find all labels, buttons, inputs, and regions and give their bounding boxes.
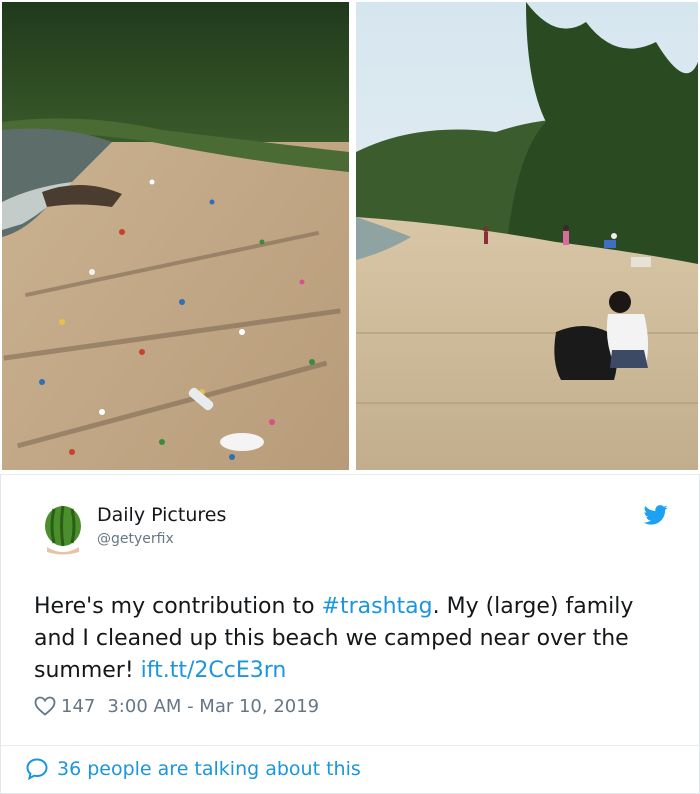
conversation-link[interactable]: 36 people are talking about this <box>25 757 361 781</box>
clean-beach-image <box>356 2 698 470</box>
tweet-text: Here's my contribution to #trashtag. My … <box>34 591 674 687</box>
author-name[interactable]: Daily Pictures <box>97 504 226 526</box>
tweet-timestamp[interactable]: 3:00 AM - Mar 10, 2019 <box>107 696 319 717</box>
like-count[interactable]: 147 <box>61 696 95 717</box>
speech-bubble-icon <box>26 758 48 781</box>
trash-beach-image <box>2 2 349 470</box>
beach-before-photo[interactable] <box>2 2 349 470</box>
twitter-bird-icon[interactable] <box>643 505 668 525</box>
beach-after-photo[interactable] <box>356 2 698 470</box>
tweet-meta: 147 3:00 AM - Mar 10, 2019 <box>34 694 319 718</box>
watermelon-avatar-icon[interactable] <box>41 505 85 555</box>
heart-icon[interactable] <box>34 696 56 716</box>
author-handle[interactable]: @getyerfix <box>97 531 174 547</box>
hashtag-link[interactable]: #trashtag <box>322 594 433 619</box>
tweet-card: Daily Pictures @getyerfix Here's my cont… <box>0 474 700 794</box>
url-link[interactable]: ift.tt/2CcE3rn <box>141 658 287 683</box>
photo-collage <box>0 0 700 474</box>
tweet-text-part1: Here's my contribution to <box>34 594 322 619</box>
divider <box>1 745 699 746</box>
conversation-text[interactable]: 36 people are talking about this <box>57 758 361 780</box>
